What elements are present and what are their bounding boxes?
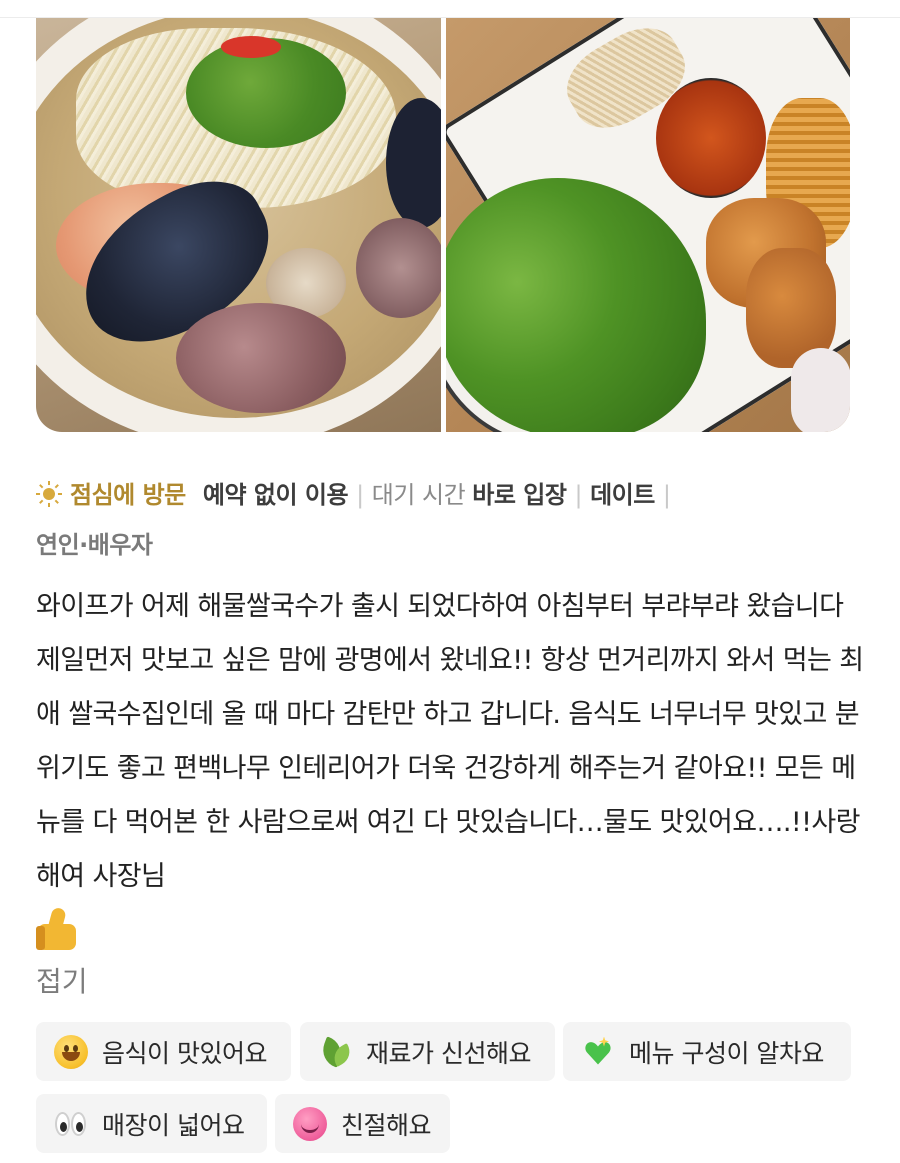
review-photos[interactable] [36,18,850,432]
keyword-label: 메뉴 구성이 알차요 [629,1038,824,1068]
divider: | [574,481,583,509]
photo-noodle-soup[interactable] [36,18,441,432]
sparkle-heart-icon [581,1035,615,1069]
keyword-chip[interactable]: 메뉴 구성이 알차요 [563,1022,851,1081]
keyword-chip[interactable]: 매장이 넓어요 [36,1094,267,1153]
smile-icon [54,1034,88,1069]
keyword-label: 음식이 맛있어요 [102,1038,267,1068]
keyword-label: 재료가 신선해요 [366,1038,531,1068]
keyword-chip[interactable]: 음식이 맛있어요 [36,1022,291,1081]
leaf-icon [318,1035,355,1069]
divider: | [356,481,364,509]
photo-herbs-fried-food[interactable] [445,18,850,432]
reservation-tag: 예약 없이 이용 [202,481,349,509]
visit-time-label: 점심에 방문 [70,481,186,509]
keyword-label: 친절해요 [341,1110,432,1140]
wait-label: 대기 시간 [371,481,466,509]
review-text: 와이프가 어제 해물쌀국수가 출시 되었다하여 아침부터 부랴부랴 왔습니다 제… [36,591,864,892]
keyword-label: 매장이 넓어요 [102,1110,245,1140]
companion-tag: 연인·배우자 [36,531,153,559]
sun-icon [36,481,62,507]
smiling-face-icon [293,1106,327,1141]
wait-value: 바로 입장 [472,481,567,509]
divider: | [662,481,671,509]
thumbs-up-icon [36,906,82,952]
visit-info: 점심에 방문 예약 없이 이용 | 대기 시간 바로 입장 | 데이트 | 연인·배우자 [36,470,856,570]
fold-button[interactable]: 접기 [36,960,88,1004]
visit-time: 점심에 방문 [36,481,196,509]
keyword-chip[interactable]: 친절해요 [275,1094,450,1153]
purpose-tag: 데이트 [590,481,655,509]
keyword-chip[interactable]: 재료가 신선해요 [300,1022,555,1081]
eyes-icon [54,1107,88,1141]
